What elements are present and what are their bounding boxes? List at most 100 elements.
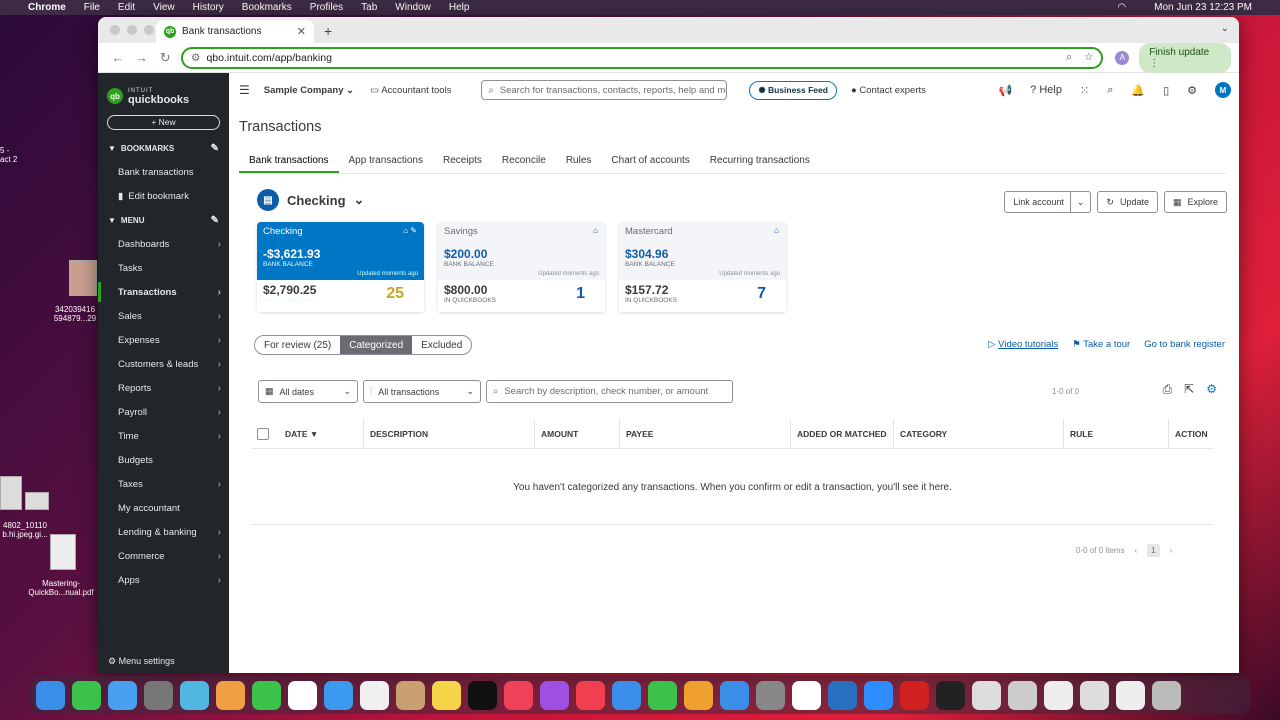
numbers-icon[interactable] xyxy=(648,680,677,710)
contact-experts-button[interactable]: ● Contact experts xyxy=(851,85,926,96)
date-filter-dropdown[interactable]: ▦ All dates ⌄ xyxy=(258,380,358,403)
account-card-mastercard[interactable]: Mastercard ⌂ $304.96 BANK BALANCE Updated m… xyxy=(619,222,786,312)
excluded-tab[interactable]: Excluded xyxy=(412,336,471,354)
column-rule[interactable]: RULE xyxy=(1064,419,1169,448)
explore-button[interactable]: ▦ Explore xyxy=(1163,191,1227,213)
for-review-tab[interactable]: For review (25) xyxy=(255,336,340,354)
clock[interactable]: Mon Jun 23 12:23 PM xyxy=(1154,2,1252,13)
desktop-file-icon[interactable] xyxy=(69,260,97,296)
profile-avatar[interactable]: A xyxy=(1115,50,1130,65)
apps-grid-icon[interactable]: ⁙ xyxy=(1080,84,1089,97)
music-icon[interactable] xyxy=(504,680,533,710)
desktop-file-icon[interactable] xyxy=(50,534,76,570)
collapse-menu-icon[interactable]: ☰ xyxy=(239,83,250,97)
business-feed-button[interactable]: ✺ Business Feed xyxy=(749,80,837,100)
mail-icon[interactable] xyxy=(108,680,137,710)
menu-history[interactable]: History xyxy=(193,2,224,13)
zoom-icon[interactable] xyxy=(864,680,893,710)
menu-app-name[interactable]: Chrome xyxy=(28,2,66,13)
system-settings-icon[interactable] xyxy=(756,680,785,710)
new-tab-icon[interactable]: + xyxy=(324,23,332,39)
wifi-icon[interactable]: ◠ xyxy=(1117,2,1126,13)
accountant-tools-button[interactable]: ▭ Accountant tools xyxy=(370,85,451,96)
account-card-savings[interactable]: Savings ⌂ $200.00 BANK BALANCE Updated mome… xyxy=(438,222,605,312)
help-button[interactable]: ? Help xyxy=(1030,84,1062,96)
select-all-checkbox[interactable] xyxy=(257,427,269,440)
tab-chart-of-accounts[interactable]: Chart of accounts xyxy=(601,149,699,173)
sidebar-item-dashboards[interactable]: Dashboards › xyxy=(98,232,229,256)
tab-search-chevron-icon[interactable]: ⌄ xyxy=(1221,23,1229,34)
clipboard-icon[interactable]: ▯ xyxy=(1163,84,1169,97)
menu-edit[interactable]: Edit xyxy=(118,2,135,13)
messages-icon[interactable] xyxy=(72,680,101,710)
trash-icon[interactable] xyxy=(1152,680,1181,710)
zoom-search-icon[interactable]: ⌕ xyxy=(1066,51,1072,64)
column-description[interactable]: DESCRIPTION xyxy=(364,419,535,448)
bank-register-link[interactable]: Go to bank register xyxy=(1144,339,1225,350)
finish-update-button[interactable]: Finish update ⋮ xyxy=(1139,42,1232,73)
transaction-search-input[interactable]: ⌕ Search by description, check number, or… xyxy=(486,380,733,403)
podcasts-icon[interactable] xyxy=(540,680,569,710)
tab-app-transactions[interactable]: App transactions xyxy=(339,149,434,173)
bookmark-star-icon[interactable]: ☆ xyxy=(1084,51,1093,64)
tab-rules[interactable]: Rules xyxy=(556,149,602,173)
menu-file[interactable]: File xyxy=(84,2,100,13)
photos-icon[interactable] xyxy=(216,680,245,710)
browser-tab[interactable]: qb Bank transactions ✕ xyxy=(156,20,314,43)
app-store-icon[interactable] xyxy=(720,680,749,710)
sidebar-item-time[interactable]: Time › xyxy=(98,424,229,448)
notes-icon[interactable] xyxy=(432,680,461,710)
back-arrow-icon[interactable]: ← xyxy=(106,50,130,65)
chevron-down-icon[interactable]: ⌄ xyxy=(1069,192,1091,212)
sidebar-item-transactions[interactable]: Transactions › xyxy=(98,280,229,304)
bell-icon[interactable]: 🔔 xyxy=(1131,84,1145,97)
menu-tab[interactable]: Tab xyxy=(361,2,377,13)
settings-gear-icon[interactable]: ⚙ xyxy=(1206,382,1217,397)
quickbooks-logo[interactable]: qb INTUIT quickbooks xyxy=(98,73,229,107)
column-amount[interactable]: AMOUNT xyxy=(535,419,620,448)
reminders-icon[interactable] xyxy=(360,680,389,710)
menu-view[interactable]: View xyxy=(153,2,175,13)
tab-reconcile[interactable]: Reconcile xyxy=(492,149,556,173)
sidebar-item-expenses[interactable]: Expenses › xyxy=(98,328,229,352)
page-number[interactable]: 1 xyxy=(1147,544,1160,557)
menu-settings[interactable]: ⚙ Menu settings xyxy=(108,656,175,667)
column-payee[interactable]: PAYEE xyxy=(620,419,791,448)
megaphone-icon[interactable]: 📢 xyxy=(998,84,1012,97)
company-selector[interactable]: Sample Company ⌄ xyxy=(264,85,354,96)
link-account-button[interactable]: Link account ⌄ xyxy=(1004,191,1092,213)
facetime-icon[interactable] xyxy=(252,680,281,710)
edit-bookmark[interactable]: ▮ Edit bookmark xyxy=(98,184,229,208)
news-icon[interactable] xyxy=(576,680,605,710)
prev-page-icon[interactable]: ‹ xyxy=(1134,546,1137,555)
network-icon[interactable] xyxy=(828,680,857,710)
menu-help[interactable]: Help xyxy=(449,2,470,13)
desktop-file-icon[interactable] xyxy=(0,476,22,510)
tv-icon[interactable] xyxy=(468,680,497,710)
sidebar-item-taxes[interactable]: Taxes › xyxy=(98,472,229,496)
maximize-window-button[interactable] xyxy=(144,25,154,35)
sidebar-item-my-accountant[interactable]: My accountant xyxy=(98,496,229,520)
tab-receipts[interactable]: Receipts xyxy=(433,149,492,173)
edit-pencil-icon[interactable]: ✎ xyxy=(211,215,219,226)
update-button[interactable]: ↻ Update xyxy=(1097,191,1158,213)
terminal-icon[interactable] xyxy=(936,680,965,710)
minimize-window-button[interactable] xyxy=(127,25,137,35)
column-date[interactable]: DATE ▼ xyxy=(279,419,364,448)
forward-arrow-icon[interactable]: → xyxy=(130,50,154,65)
document-thumbnail-icon[interactable] xyxy=(1116,680,1145,710)
document-thumbnail-icon[interactable] xyxy=(1044,680,1073,710)
calendar-icon[interactable] xyxy=(288,680,317,710)
document-thumbnail-icon[interactable] xyxy=(972,680,1001,710)
account-card-checking[interactable]: Checking ⌂ ✎ -$3,621.93 BANK BALANCE Update… xyxy=(257,222,424,312)
sidebar-item-sales[interactable]: Sales › xyxy=(98,304,229,328)
take-tour-link[interactable]: ⚑ Take a tour xyxy=(1072,339,1130,350)
menu-section-header[interactable]: ▼ MENU ✎ xyxy=(98,208,229,232)
video-tutorials-link[interactable]: ▷ Video tutorials xyxy=(988,339,1058,350)
keynote-icon[interactable] xyxy=(612,680,641,710)
desktop-file-icon[interactable] xyxy=(25,492,49,510)
search-icon[interactable]: ⌕ xyxy=(1107,84,1113,97)
new-button[interactable]: + New xyxy=(107,115,220,130)
transaction-filter-dropdown[interactable]: ⫶ All transactions ⌄ xyxy=(363,380,481,403)
sidebar-item-reports[interactable]: Reports › xyxy=(98,376,229,400)
